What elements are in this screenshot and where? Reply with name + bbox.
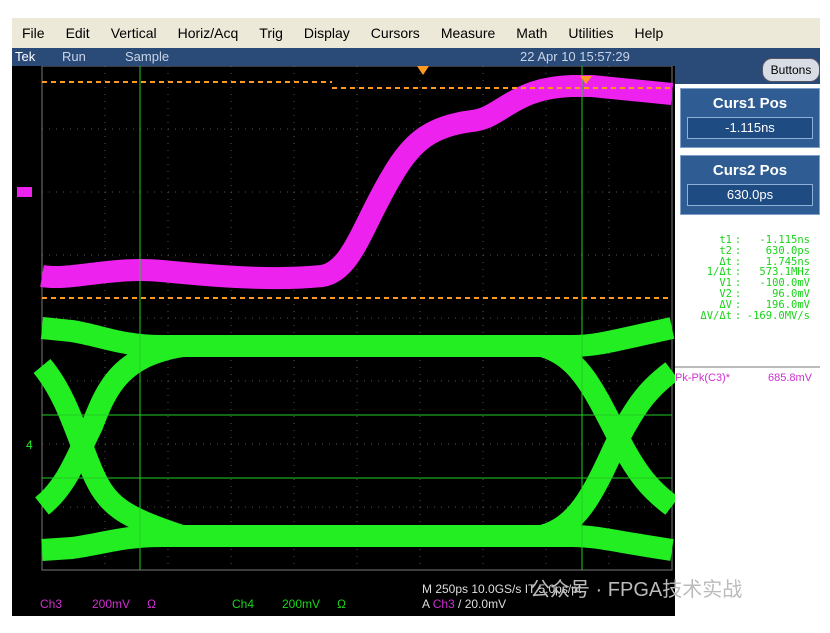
ch4-termination: Ω — [337, 597, 346, 611]
menu-help[interactable]: Help — [635, 25, 664, 41]
datetime: 22 Apr 10 15:57:29 — [520, 49, 630, 64]
ch4-eye-waveform — [33, 317, 679, 561]
menu-display[interactable]: Display — [304, 25, 350, 41]
ch4-scale[interactable]: 200mV — [282, 597, 320, 611]
readout-row: t2:630.0ps — [680, 244, 810, 257]
curs2-title: Curs2 Pos — [712, 162, 788, 179]
readout-key: t2 — [719, 244, 732, 257]
trigger-readout[interactable]: A Ch3 / 20.0mV — [422, 597, 506, 611]
ch3-termination: Ω — [147, 597, 156, 611]
graticule-and-waveforms — [17, 65, 679, 571]
menu-edit[interactable]: Edit — [66, 25, 90, 41]
readout-key: ΔV — [719, 298, 732, 311]
trigger-position-icon — [417, 66, 429, 75]
curs2-pos-control[interactable]: Curs2 Pos 630.0ps — [680, 155, 820, 215]
trigger-source: Ch3 — [432, 597, 455, 611]
ch4-marker: 4 — [26, 438, 33, 452]
menu-bar: File Edit Vertical Horiz/Acq Trig Displa… — [12, 18, 820, 48]
menu-file[interactable]: File — [22, 25, 45, 41]
curs1-value[interactable]: -1.115ns — [687, 117, 813, 139]
menu-trig[interactable]: Trig — [259, 25, 283, 41]
measurement-value: 685.8mV — [767, 372, 812, 384]
ch4-label[interactable]: Ch4 — [232, 597, 254, 611]
measurement-label: Pk-Pk(C3)* — [675, 372, 731, 384]
buttons-button[interactable]: Buttons — [762, 58, 820, 82]
ch3-scale[interactable]: 200mV — [92, 597, 130, 611]
brand-label: Tek — [15, 49, 36, 64]
menu-measure[interactable]: Measure — [441, 25, 495, 41]
trigger-prefix: A — [422, 597, 430, 611]
graticule — [42, 66, 672, 570]
measurement-readout: Pk-Pk(C3)* 685.8mV — [675, 366, 820, 384]
waveform-display: 4 — [12, 65, 679, 616]
menu-math[interactable]: Math — [516, 25, 547, 41]
readout-value: 630.0ps — [765, 244, 810, 257]
readout-value: -169.0MV/s — [746, 309, 810, 322]
curs1-pos-control[interactable]: Curs1 Pos -1.115ns — [680, 88, 820, 148]
watermark: 公众号 · FPGA技术实战 — [530, 579, 743, 601]
trigger-level: 20.0mV — [464, 597, 507, 611]
curs2-value[interactable]: 630.0ps — [687, 184, 813, 206]
readout-value: 196.0mV — [765, 298, 810, 311]
menu-horiz-acq[interactable]: Horiz/Acq — [178, 25, 239, 41]
ch3-ground-marker-icon — [17, 187, 32, 197]
ch3-waveform — [40, 75, 674, 290]
menu-cursors[interactable]: Cursors — [371, 25, 420, 41]
curs1-title: Curs1 Pos — [712, 95, 788, 112]
menu-utilities[interactable]: Utilities — [568, 25, 613, 41]
readout-key: ΔV/Δt — [700, 309, 732, 322]
acq-mode: Sample — [125, 49, 170, 64]
readout-row: ΔV/Δt: -169.0MV/s — [680, 309, 810, 322]
run-state: Run — [62, 49, 86, 64]
cursor-readouts: t1: -1.115ns t2:630.0ps Δt:1.745ns 1/Δt:573.… — [680, 235, 810, 321]
ch3-label[interactable]: Ch3 — [40, 597, 62, 611]
trigger-slope: / — [458, 597, 462, 611]
status-bar: Tek Run Sample 22 Apr 10 15:57:29 — [12, 48, 820, 66]
readout-row: ΔV:196.0mV — [680, 298, 810, 311]
menu-vertical[interactable]: Vertical — [111, 25, 157, 41]
